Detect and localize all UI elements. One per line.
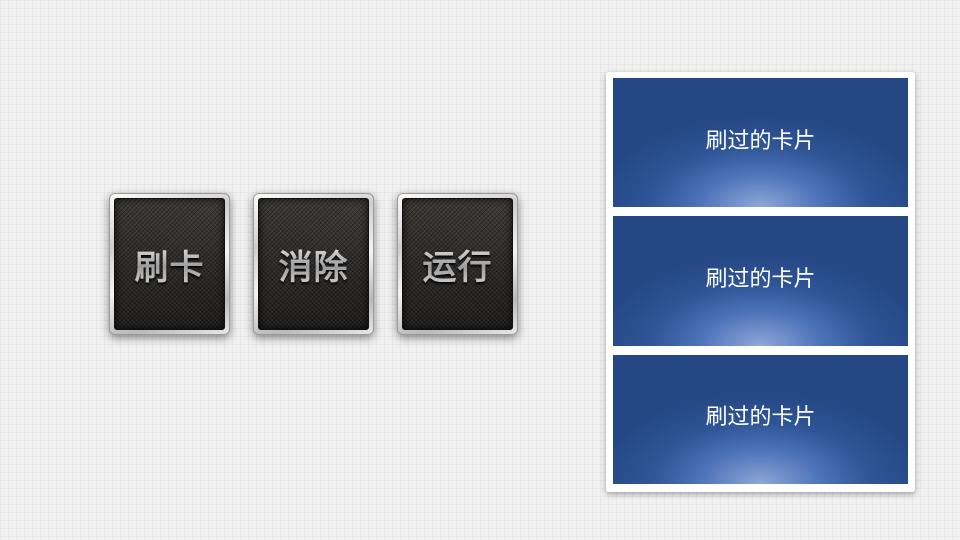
- swiped-card-label: 刷过的卡片: [705, 128, 816, 154]
- swiped-card[interactable]: 刷过的卡片: [613, 216, 908, 346]
- swiped-card-label: 刷过的卡片: [705, 266, 816, 292]
- run-button-label: 运行: [423, 240, 493, 289]
- run-button-face: 运行: [402, 198, 513, 330]
- swipe-card-button-face: 刷卡: [114, 198, 225, 330]
- swipe-card-button[interactable]: 刷卡: [109, 193, 230, 335]
- clear-button-face: 消除: [258, 198, 369, 330]
- swipe-card-button-label: 刷卡: [135, 240, 205, 289]
- clear-button-label: 消除: [279, 240, 349, 289]
- swiped-card[interactable]: 刷过的卡片: [613, 78, 908, 208]
- clear-button[interactable]: 消除: [253, 193, 374, 335]
- swiped-card[interactable]: 刷过的卡片: [613, 354, 908, 484]
- run-button[interactable]: 运行: [397, 193, 518, 335]
- swiped-card-label: 刷过的卡片: [705, 405, 816, 431]
- swiped-cards-panel: 刷过的卡片 刷过的卡片 刷过的卡片: [606, 72, 915, 492]
